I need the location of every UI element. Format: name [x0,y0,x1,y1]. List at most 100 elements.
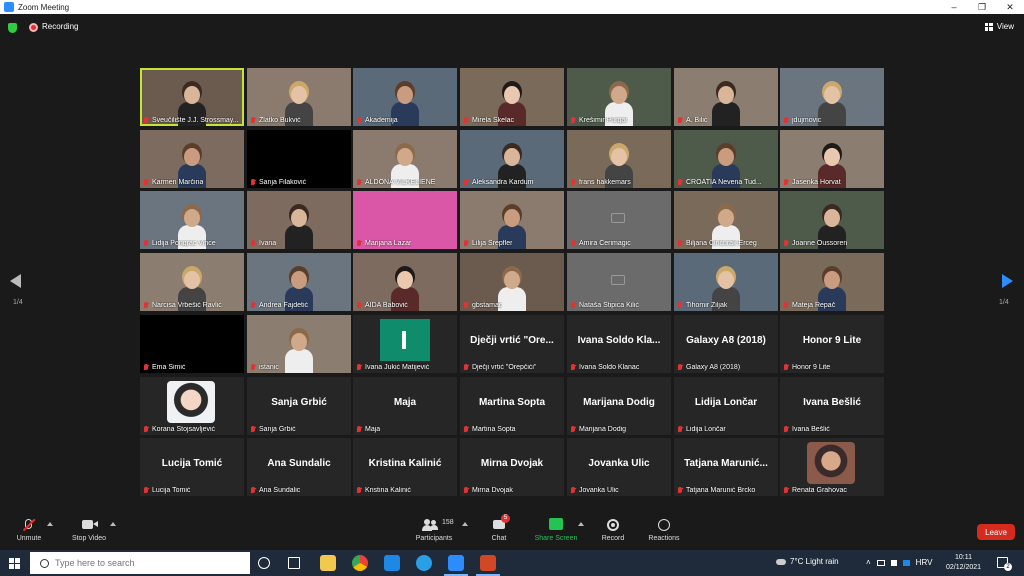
participant-tile[interactable]: Tatjana Marunić... Tatjana Marunić Brcko [674,438,778,496]
participant-tile[interactable]: Lidija Lončar Lidija Lončar [674,377,778,435]
participant-tile[interactable]: Ivana Bešlić Ivana Bešlić [780,377,884,435]
participant-tile[interactable]: Kristina Kalinić Kristina Kalinić [353,438,457,496]
participant-tile[interactable]: AIDA Babović [353,253,457,311]
participants-button[interactable]: 158 Participants [412,518,456,542]
edge-icon[interactable] [416,555,432,571]
participant-tile[interactable]: Mateja Repač [780,253,884,311]
participant-tile[interactable]: CROATIA Nevena Tud... [674,130,778,188]
participant-tile[interactable]: Sanja Grbić Sanja Grbić [247,377,351,435]
participant-tile[interactable]: Ivana Soldo Kla... Ivana Soldo Klanac [567,315,671,373]
mic-muted-icon [570,117,576,124]
task-view-icon[interactable] [288,557,300,569]
dropbox-icon[interactable] [384,555,400,571]
participant-name: Ivana [259,240,277,247]
chrome-icon[interactable] [352,555,368,571]
participant-tile[interactable]: Honor 9 Lite Honor 9 Lite [780,315,884,373]
minimize-button[interactable]: – [940,0,968,14]
participant-tile[interactable]: Aleksandra Kardum [460,130,564,188]
dropbox-tray-icon[interactable] [902,559,910,566]
participant-tile[interactable]: Renata Grahovac [780,438,884,496]
taskbar-search[interactable] [30,552,250,574]
security-shield-icon[interactable] [8,23,17,33]
mic-muted-icon [463,364,469,371]
participant-tile[interactable]: Lidija Pongrac Vince [140,191,244,249]
mic-muted-icon [143,487,149,494]
network-icon[interactable] [876,559,885,566]
share-screen-button[interactable]: Share Screen [532,518,580,542]
participant-tile[interactable]: Krešimir Purgar [567,68,671,126]
tray-expand-icon[interactable]: ˄ [866,558,871,567]
participant-tile[interactable]: Narcisa Vrbešić Ravlić [140,253,244,311]
participant-tile[interactable]: Tihomir Žiljak [674,253,778,311]
stop-video-button[interactable]: Stop Video [68,518,110,542]
chat-button[interactable]: 5 Chat [488,514,510,542]
participant-tile[interactable]: Andrea Fajdetić [247,253,351,311]
record-button[interactable]: Record [598,518,628,542]
unmute-button[interactable]: Unmute [14,518,44,542]
participant-tile[interactable]: Marijana Dodig Marijana Dodig [567,377,671,435]
participant-tile[interactable]: Martina Sopta Martina Sopta [460,377,564,435]
participant-display-name: Mirna Dvojak [480,458,544,469]
participant-tile[interactable]: Karmen Marčina [140,130,244,188]
participant-tile[interactable]: Jovanka Ulic Jovanka Ulic [567,438,671,496]
participant-tile[interactable]: Maja Maja [353,377,457,435]
participant-tile[interactable]: Sanja Filaković [247,130,351,188]
windows-start-icon[interactable] [9,558,20,569]
participant-tile[interactable]: Sveučilište J.J. Strossmay... [140,68,244,126]
mic-muted-icon [783,426,789,433]
participant-tile[interactable]: Dječji vrtić "Ore... Dječji vrtić "Orepči… [460,315,564,373]
participant-tile[interactable]: Amira Cerimagic [567,191,671,249]
video-options-caret-icon[interactable] [110,522,116,526]
weather-widget[interactable]: 7°C Light rain [776,557,839,566]
cortana-icon[interactable] [258,557,270,569]
leave-button[interactable]: Leave [977,524,1015,540]
next-page-arrow-icon[interactable] [1002,274,1013,288]
previous-page-arrow-icon[interactable] [10,274,21,288]
participant-tile[interactable]: Lilija Šrepfler [460,191,564,249]
reactions-button[interactable]: Reactions [646,518,682,542]
notifications-icon[interactable]: 2 [997,557,1012,571]
participant-name: A. Bilić [686,117,708,124]
participant-tile[interactable]: Mirna Dvojak Mirna Dvojak [460,438,564,496]
participant-tile[interactable]: istanic [247,315,351,373]
participant-tile[interactable]: Mirela Škelac [460,68,564,126]
participant-tile[interactable]: Lucija Tomić Lucija Tomić [140,438,244,496]
participant-tile[interactable]: Jasenka Horvat [780,130,884,188]
participant-tile[interactable]: Korana Stojsavljević [140,377,244,435]
participant-tile[interactable]: gbstamac [460,253,564,311]
language-indicator[interactable]: HRV [916,558,933,567]
participant-tile[interactable]: Marijana Lazar [353,191,457,249]
powerpoint-icon[interactable] [476,555,500,576]
mic-muted-icon [783,487,789,494]
participant-tile[interactable]: Ivana [247,191,351,249]
participant-tile[interactable]: A. Bilić [674,68,778,126]
participant-tile[interactable]: frans hakkemars [567,130,671,188]
volume-icon[interactable] [890,559,897,566]
participant-tile[interactable]: Ema Šimić [140,315,244,373]
participant-tile[interactable]: Akademija [353,68,457,126]
participants-caret-icon[interactable] [462,522,468,526]
participant-tile[interactable]: Galaxy A8 (2018) Galaxy A8 (2018) [674,315,778,373]
participant-name: ALDONA VILKELIENE [365,179,436,186]
participant-name-label: frans hakkemars [570,179,631,186]
participant-name: Lidija Pongrac Vince [152,240,216,247]
participant-tile[interactable]: Zlatko Bukvić [247,68,351,126]
taskbar-search-input[interactable] [55,558,235,568]
participant-tile[interactable]: Nataša Stipica Kilić [567,253,671,311]
participant-tile[interactable]: Joanne Oussoren [780,191,884,249]
close-button[interactable]: ✕ [996,0,1024,14]
participant-tile[interactable]: jdujmovic [780,68,884,126]
file-explorer-icon[interactable] [320,555,336,571]
share-options-caret-icon[interactable] [578,522,584,526]
taskbar-clock[interactable]: 10:11 02/12/2021 [946,553,981,573]
participant-tile[interactable]: Ana Sundalic Ana Sundalic [247,438,351,496]
participant-tile[interactable]: Biljana Činčurak Erceg [674,191,778,249]
view-button[interactable]: View [984,22,1014,31]
participant-tile[interactable]: Ivana Jukić Matijević [353,315,457,373]
participant-tile[interactable]: ALDONA VILKELIENE [353,130,457,188]
participant-name-label: Ivana Bešlić [783,426,830,433]
zoom-taskbar-icon[interactable] [444,555,468,576]
participant-name: Sanja Filaković [259,179,307,186]
maximize-button[interactable]: ❐ [968,0,996,14]
audio-options-caret-icon[interactable] [47,522,53,526]
